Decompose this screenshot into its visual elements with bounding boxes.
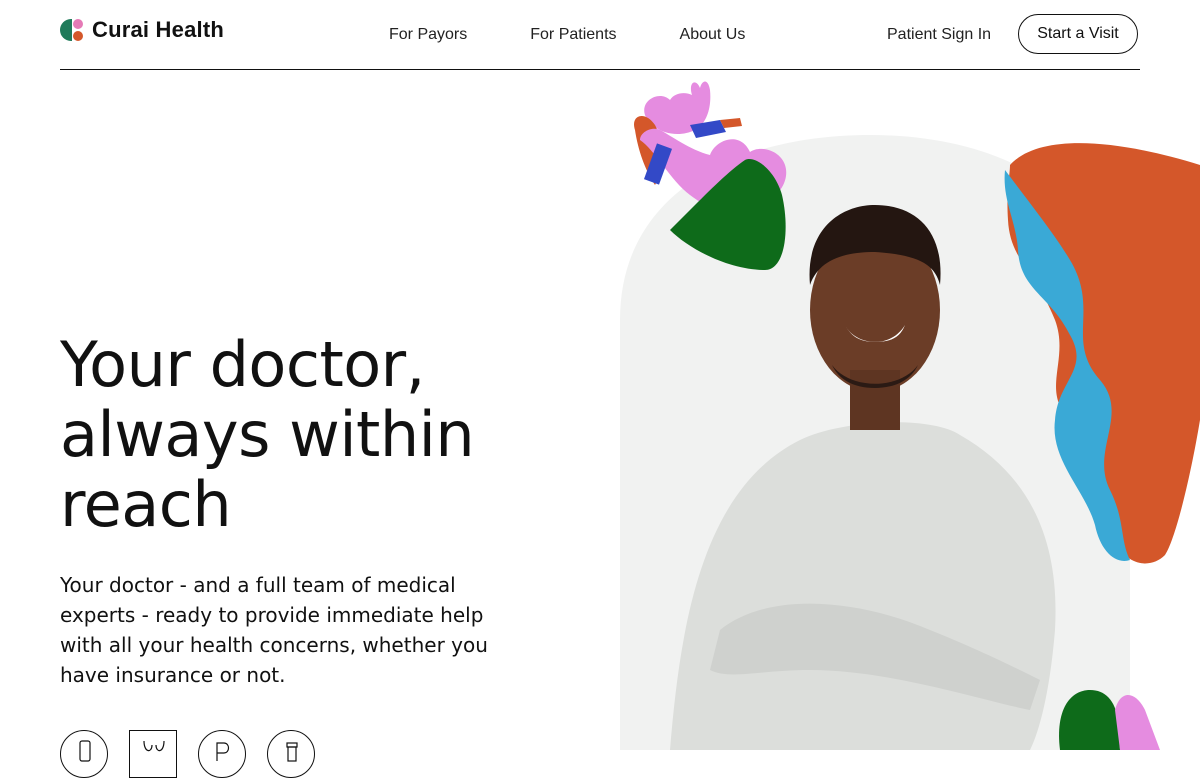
phone-icon <box>60 730 108 778</box>
hero-illustration <box>600 70 1200 750</box>
nav-item-payors[interactable]: For Payors <box>389 24 467 46</box>
pill-bottle-icon <box>267 730 315 778</box>
hero-illustration-graphic <box>620 81 1200 750</box>
nav-item-about[interactable]: About Us <box>680 24 746 46</box>
patient-sign-in-link[interactable]: Patient Sign In <box>887 24 991 46</box>
curai-logo-icon <box>60 18 84 42</box>
hero-title-line: reach <box>60 468 232 541</box>
logo-link[interactable]: Curai Health <box>60 15 224 45</box>
site-header: Curai Health For Payors For Patients Abo… <box>60 0 1140 70</box>
hero-title-line: always within <box>60 398 475 471</box>
bottom-right-pink-shape <box>1115 695 1160 750</box>
main-nav: For Payors For Patients About Us <box>389 24 808 46</box>
start-visit-button[interactable]: Start a Visit <box>1018 14 1138 54</box>
brand-name: Curai Health <box>92 17 224 42</box>
hero-title: Your doctor, always within reach <box>60 330 580 540</box>
stethoscope-icon <box>129 730 177 778</box>
prescription-icon <box>198 730 246 778</box>
nav-item-patients[interactable]: For Patients <box>530 24 616 46</box>
hero-title-line: Your doctor, <box>60 328 425 401</box>
hero-subtitle: Your doctor - and a full team of medical… <box>60 573 488 687</box>
feature-icons-row <box>60 730 315 780</box>
